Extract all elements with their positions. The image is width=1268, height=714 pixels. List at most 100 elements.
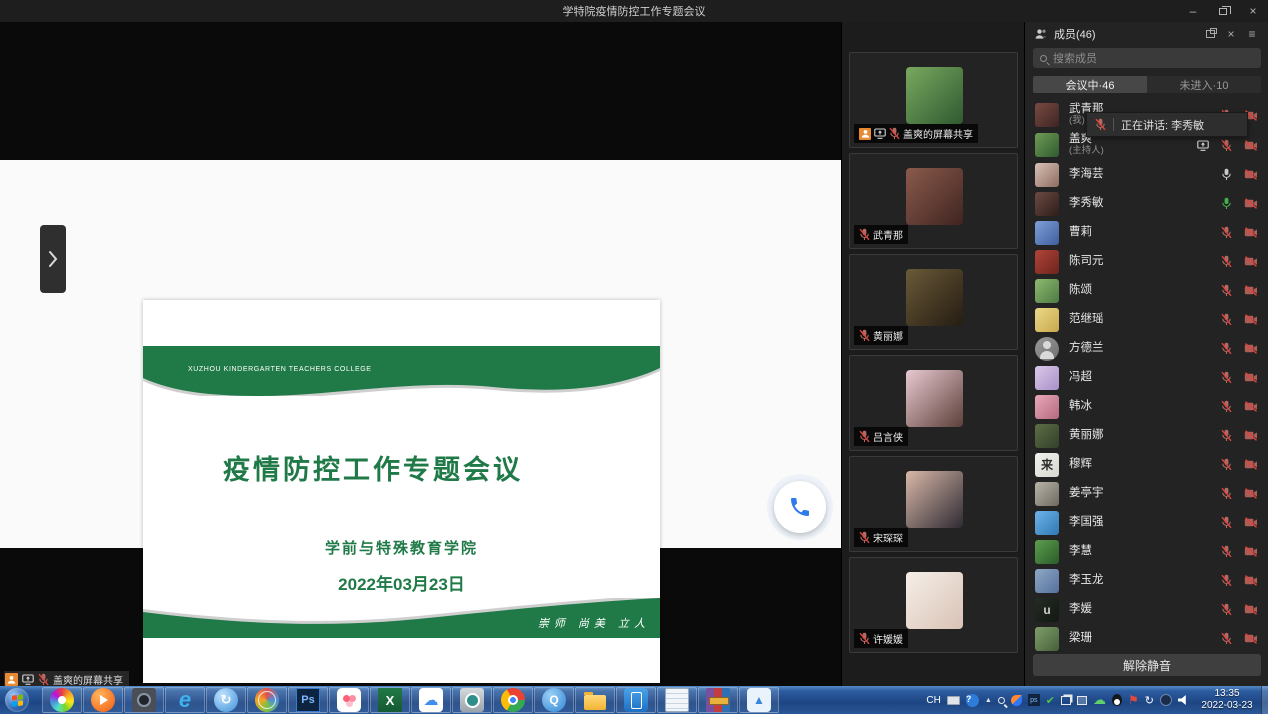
member-row[interactable]: 姜亭宇: [1025, 479, 1268, 508]
screen-recorder-icon[interactable]: [124, 687, 164, 713]
help-icon[interactable]: ?: [966, 694, 979, 707]
mic-icon[interactable]: [1221, 226, 1232, 239]
mic-icon[interactable]: [1221, 429, 1232, 442]
member-row[interactable]: 李秀敏: [1025, 189, 1268, 218]
camera-off-icon[interactable]: [1244, 372, 1258, 383]
flag-tray-icon[interactable]: ⚑: [1128, 693, 1139, 707]
mic-icon[interactable]: [1221, 313, 1232, 326]
weiyun-cloud-icon[interactable]: ☁: [411, 687, 451, 713]
member-row[interactable]: 陈司元: [1025, 247, 1268, 276]
mic-icon[interactable]: [1221, 400, 1232, 413]
mic-icon[interactable]: [1221, 255, 1232, 268]
usb-tray-icon[interactable]: ✔: [1046, 694, 1055, 707]
video-tile[interactable]: 盖爽的屏幕共享: [849, 52, 1018, 148]
member-row[interactable]: 黄丽娜: [1025, 421, 1268, 450]
mic-icon[interactable]: [1221, 139, 1232, 152]
media-player-icon[interactable]: [83, 687, 123, 713]
member-row[interactable]: 李玉龙: [1025, 566, 1268, 595]
ps-tray-icon[interactable]: ps: [1028, 694, 1040, 706]
excel-icon[interactable]: X: [370, 687, 410, 713]
member-row[interactable]: 李国强: [1025, 508, 1268, 537]
mic-icon[interactable]: [1221, 168, 1232, 181]
video-tile[interactable]: 许媛媛: [849, 557, 1018, 653]
member-row[interactable]: 陈颂: [1025, 276, 1268, 305]
hidden-icons-arrow[interactable]: ▲: [985, 697, 992, 704]
photo-viewer-icon[interactable]: [452, 687, 492, 713]
photoshop-icon[interactable]: Ps: [288, 687, 328, 713]
cloud-tray-icon[interactable]: ☁: [1093, 692, 1106, 708]
camera-off-icon[interactable]: [1244, 459, 1258, 470]
keyboard-icon[interactable]: [947, 696, 960, 705]
camera-off-icon[interactable]: [1244, 633, 1258, 644]
member-row[interactable]: 方德兰: [1025, 334, 1268, 363]
mic-icon[interactable]: [1221, 197, 1232, 210]
network-globe-icon[interactable]: [247, 687, 287, 713]
start-button[interactable]: [5, 688, 29, 712]
magnifier-tray-icon[interactable]: [998, 697, 1005, 704]
notepad-icon[interactable]: [657, 687, 697, 713]
video-tile[interactable]: 黄丽娜: [849, 254, 1018, 350]
winrar-icon[interactable]: [698, 687, 738, 713]
camera-off-icon[interactable]: [1244, 198, 1258, 209]
pinwheel-browser-icon[interactable]: [42, 687, 82, 713]
restore-button[interactable]: [1208, 0, 1238, 22]
member-row[interactable]: 冯超: [1025, 363, 1268, 392]
camera-off-icon[interactable]: [1244, 227, 1258, 238]
cloud-sync-icon[interactable]: ↻: [206, 687, 246, 713]
camera-off-icon[interactable]: [1244, 604, 1258, 615]
camera-off-icon[interactable]: [1244, 517, 1258, 528]
globe-tray-icon[interactable]: [1160, 694, 1172, 706]
mic-icon[interactable]: [1221, 371, 1232, 384]
mic-icon[interactable]: [1221, 574, 1232, 587]
mic-icon[interactable]: [1221, 632, 1232, 645]
window-stack-icon[interactable]: [1077, 696, 1087, 705]
sync-tray-icon[interactable]: ↻: [1145, 694, 1154, 707]
member-row[interactable]: 来 穆辉: [1025, 450, 1268, 479]
member-row[interactable]: 韩冰: [1025, 392, 1268, 421]
camera-off-icon[interactable]: [1244, 343, 1258, 354]
chrome-icon[interactable]: [493, 687, 533, 713]
qq-app-icon[interactable]: Q: [534, 687, 574, 713]
video-tile[interactable]: 宋琛琛: [849, 456, 1018, 552]
language-indicator[interactable]: CH: [926, 695, 940, 706]
qq-tray-icon[interactable]: [1112, 694, 1122, 706]
camera-off-icon[interactable]: [1244, 285, 1258, 296]
taskbar-clock[interactable]: 13:35 2022-03-23: [1196, 688, 1258, 712]
camera-off-icon[interactable]: [1244, 488, 1258, 499]
panel-collapse-handle[interactable]: [40, 225, 66, 293]
mic-icon[interactable]: [1221, 458, 1232, 471]
grid-tray-icon[interactable]: [1061, 696, 1071, 705]
close-panel-icon[interactable]: ×: [1223, 27, 1239, 41]
popout-panel-icon[interactable]: [1202, 30, 1218, 38]
internet-explorer-icon[interactable]: e: [165, 687, 205, 713]
mic-icon[interactable]: [1221, 487, 1232, 500]
camera-off-icon[interactable]: [1244, 256, 1258, 267]
camera-off-icon[interactable]: [1244, 314, 1258, 325]
meeting-app-icon[interactable]: ▲: [739, 687, 779, 713]
member-row[interactable]: 范继瑶: [1025, 305, 1268, 334]
camera-off-icon[interactable]: [1244, 430, 1258, 441]
mic-icon[interactable]: [1221, 342, 1232, 355]
audio-call-button[interactable]: [774, 481, 826, 533]
panel-menu-icon[interactable]: ≡: [1244, 27, 1260, 41]
mic-icon[interactable]: [1221, 284, 1232, 297]
show-desktop-button[interactable]: [1261, 686, 1268, 714]
camera-off-icon[interactable]: [1244, 169, 1258, 180]
minimize-button[interactable]: –: [1178, 0, 1208, 22]
member-row[interactable]: 曹莉: [1025, 218, 1268, 247]
camera-off-icon[interactable]: [1244, 575, 1258, 586]
pink-circles-app-icon[interactable]: [329, 687, 369, 713]
search-input[interactable]: 搜索成员: [1033, 48, 1261, 68]
member-row[interactable]: 李海芸: [1025, 160, 1268, 189]
file-explorer-icon[interactable]: [575, 687, 615, 713]
unmute-button[interactable]: 解除静音: [1033, 654, 1261, 676]
flame-tray-icon[interactable]: [1011, 695, 1022, 706]
volume-icon[interactable]: [1178, 695, 1190, 705]
member-row[interactable]: 梁珊: [1025, 624, 1268, 653]
mic-icon[interactable]: [1221, 545, 1232, 558]
phone-assistant-icon[interactable]: [616, 687, 656, 713]
mic-icon[interactable]: [1221, 516, 1232, 529]
member-row[interactable]: 李慧: [1025, 537, 1268, 566]
tab-not-joined[interactable]: 未进入·10: [1147, 76, 1261, 93]
close-button[interactable]: ×: [1238, 0, 1268, 22]
